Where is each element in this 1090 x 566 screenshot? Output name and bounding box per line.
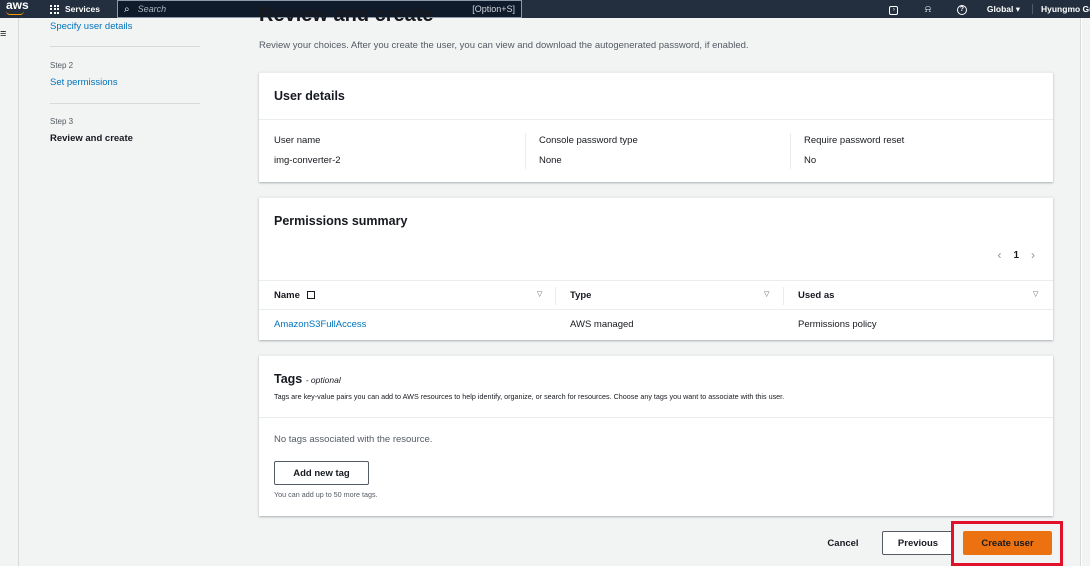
table-header: Name ▽ Type ▽ Used as ▽ (259, 280, 1053, 310)
permissions-heading: Permissions summary (274, 214, 408, 228)
sort-icon[interactable]: ▽ (764, 290, 769, 298)
user-name-label: User name (274, 135, 321, 146)
divider (50, 103, 200, 104)
tags-card: Tags - optional Tags are key-value pairs… (259, 355, 1053, 516)
external-link-icon (306, 291, 315, 299)
region-selector[interactable]: Global ▾ (979, 4, 1032, 15)
cloudshell-icon[interactable]: › (877, 3, 911, 15)
step-3-title: Review and create (50, 133, 133, 144)
aws-logo[interactable]: aws (0, 0, 36, 18)
top-navigation: aws Services ⌕ [Option+S] › ⍾ ? Global ▾… (0, 0, 1090, 18)
step-2-caption: Step 2 (50, 61, 74, 70)
sort-icon[interactable]: ▽ (1033, 290, 1038, 298)
cancel-button[interactable]: Cancel (818, 532, 868, 554)
step-1-link[interactable]: Specify user details (50, 21, 132, 32)
tags-description: Tags are key-value pairs you can add to … (274, 392, 785, 401)
highlight-box (951, 521, 1063, 566)
policy-used-as: Permissions policy (798, 319, 877, 330)
policy-link[interactable]: AmazonS3FullAccess (274, 319, 366, 330)
step-3-caption: Step 3 (50, 117, 74, 126)
chevron-left-icon[interactable]: ‹ (997, 248, 1001, 262)
services-label: Services (65, 4, 100, 14)
console-password-label: Console password type (539, 135, 638, 146)
grid-icon (50, 4, 59, 14)
divider (1080, 18, 1082, 566)
menu-icon[interactable]: ≡ (0, 29, 10, 40)
password-reset-label: Require password reset (804, 135, 905, 146)
column-header-used-as[interactable]: Used as (798, 290, 834, 301)
user-details-card: User details User name img-converter-2 C… (259, 72, 1053, 182)
tags-heading: Tags - optional (274, 372, 341, 386)
previous-button[interactable]: Previous (882, 531, 954, 555)
account-menu[interactable]: Hyungmo Gu (1032, 4, 1090, 14)
nav-right-group: › ⍾ ? Global ▾ Hyungmo Gu (877, 0, 1090, 18)
pagination: ‹ 1 › (997, 248, 1035, 262)
console-password-field: Console password type None (539, 135, 638, 166)
step-2-link[interactable]: Set permissions (50, 77, 118, 88)
optional-label: - optional (305, 375, 341, 385)
password-reset-value: No (804, 155, 817, 166)
column-header-name[interactable]: Name (274, 290, 315, 301)
tags-limit-hint: You can add up to 50 more tags. (274, 490, 378, 499)
user-details-heading: User details (274, 89, 345, 103)
no-tags-message: No tags associated with the resource. (274, 434, 433, 445)
add-new-tag-button[interactable]: Add new tag (274, 461, 369, 485)
search-shortcut: [Option+S] (472, 4, 515, 14)
user-name-value: img-converter-2 (274, 155, 341, 166)
chevron-right-icon[interactable]: › (1031, 248, 1035, 262)
sort-icon[interactable]: ▽ (537, 290, 542, 298)
policy-type: AWS managed (570, 319, 634, 330)
page-number[interactable]: 1 (1013, 250, 1019, 261)
page-title: Review and create (259, 4, 434, 26)
bell-icon[interactable]: ⍾ (911, 4, 945, 15)
divider (50, 46, 200, 47)
user-name-field: User name img-converter-2 (274, 135, 341, 166)
password-reset-field: Require password reset No (804, 135, 904, 166)
page-description: Review your choices. After you create th… (259, 40, 749, 51)
services-menu-button[interactable]: Services (42, 0, 108, 18)
search-icon: ⌕ (124, 3, 130, 15)
divider (18, 18, 19, 566)
help-icon[interactable]: ? (945, 3, 979, 15)
permissions-summary-card: Permissions summary ‹ 1 › Name ▽ Type ▽ … (259, 197, 1053, 340)
console-password-value: None (539, 155, 562, 166)
column-header-type[interactable]: Type (570, 290, 591, 301)
